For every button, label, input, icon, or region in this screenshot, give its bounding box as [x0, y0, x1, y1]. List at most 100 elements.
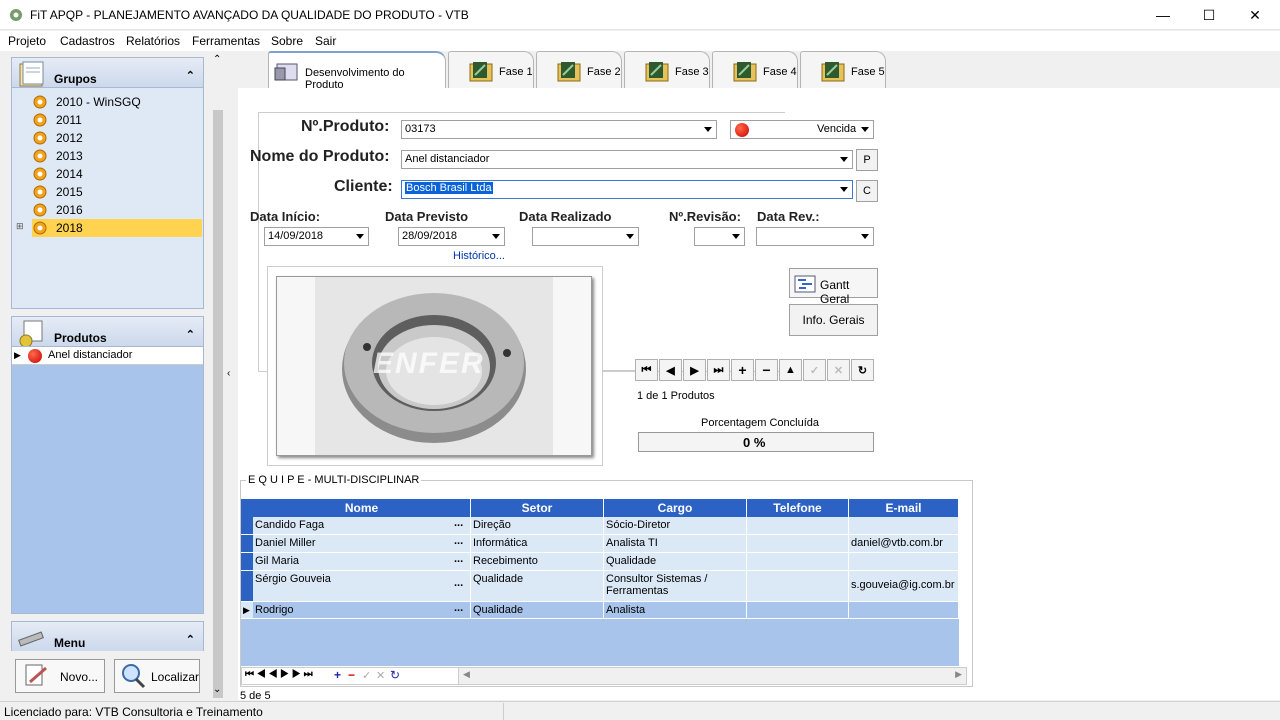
expand-icon[interactable]: ⊞ [16, 221, 24, 232]
tree-item-group[interactable]: 2016 [32, 201, 202, 219]
dropdown-arrow-icon[interactable] [356, 234, 364, 239]
grid-check-icon[interactable]: ✓ [362, 669, 371, 682]
next-record-button[interactable]: ▶ [683, 359, 706, 381]
scroll-thumb[interactable] [213, 110, 223, 698]
scroll-up-icon[interactable]: ⌃ [213, 54, 221, 65]
menu-relatorios[interactable]: Relatórios [126, 34, 180, 48]
cell-setor[interactable]: Direção [471, 517, 604, 535]
tab-fase-5[interactable]: Fase 5 [800, 51, 886, 88]
cell-telefone[interactable] [747, 517, 849, 535]
dropdown-arrow-icon[interactable] [732, 234, 740, 239]
historico-link[interactable]: Histórico... [453, 250, 505, 262]
groups-header[interactable]: Grupos ⌃ [11, 57, 204, 91]
menu-cadastros[interactable]: Cadastros [60, 34, 115, 48]
cell-telefone[interactable] [747, 535, 849, 553]
tree-item-group[interactable]: 2013 [32, 147, 202, 165]
cell-nome[interactable]: Candido Faga [253, 517, 471, 535]
maximize-button[interactable]: ☐ [1186, 0, 1232, 30]
collapse-icon[interactable]: ⌃ [186, 69, 195, 82]
tree-item-group[interactable]: 2018 [32, 219, 202, 237]
menu-sair[interactable]: Sair [315, 34, 336, 48]
data-previsto-combo[interactable]: 28/09/2018 [398, 227, 505, 246]
products-header[interactable]: Produtos ⌃ [11, 316, 204, 350]
grid-refresh-icon[interactable]: ↻ [390, 668, 400, 682]
nome-combo[interactable]: Anel distanciador [401, 150, 853, 169]
cell-cargo[interactable]: Sócio-Diretor [604, 517, 747, 535]
splitter-arrow-icon[interactable]: ‹ [227, 368, 230, 379]
cell-email[interactable]: s.gouveia@ig.com.br [849, 571, 959, 602]
data-inicio-combo[interactable]: 14/09/2018 [264, 227, 369, 246]
column-header-cargo[interactable]: Cargo [604, 499, 747, 517]
refresh-button[interactable]: ↻ [851, 359, 874, 381]
grid-hscrollbar[interactable]: ◀ ▶ [458, 668, 966, 684]
collapse-icon[interactable]: ⌃ [186, 633, 195, 646]
tab-desenvolvimento[interactable]: Desenvolvimento do Produto [268, 51, 446, 91]
cell-email[interactable] [849, 517, 959, 535]
list-item[interactable]: ▶ Anel distanciador [12, 347, 203, 365]
scroll-left-icon[interactable]: ◀ [463, 669, 470, 680]
cell-nome[interactable]: Rodrigo [253, 602, 471, 619]
cell-telefone[interactable] [747, 553, 849, 571]
dropdown-arrow-icon[interactable] [492, 234, 500, 239]
delete-record-button[interactable]: − [755, 359, 778, 381]
c-button[interactable]: C [856, 180, 878, 202]
cancel-record-button[interactable]: ✕ [827, 359, 850, 381]
post-record-button[interactable]: ✓ [803, 359, 826, 381]
grid-add-icon[interactable]: + [334, 668, 341, 682]
ellipsis-button[interactable]: ... [454, 517, 463, 529]
row-indicator[interactable]: ▶ [241, 602, 253, 619]
edit-record-button[interactable]: ▲ [779, 359, 802, 381]
tree-item-group[interactable]: 2014 [32, 165, 202, 183]
produto-combo[interactable]: 03173 [401, 120, 717, 139]
novo-button[interactable]: Novo... [15, 659, 105, 693]
left-scrollbar[interactable]: ⌃ ⌄ [210, 52, 226, 700]
ellipsis-button[interactable]: ... [454, 602, 463, 614]
row-indicator[interactable] [241, 535, 253, 553]
status-combo[interactable]: Vencida [730, 120, 874, 139]
cell-setor[interactable]: Qualidade [471, 571, 604, 602]
prev-record-button[interactable]: ◀ [659, 359, 682, 381]
dropdown-arrow-icon[interactable] [840, 187, 848, 192]
tree-item-group[interactable]: 2012 [32, 129, 202, 147]
cell-nome[interactable]: Gil Maria [253, 553, 471, 571]
dropdown-arrow-icon[interactable] [626, 234, 634, 239]
dropdown-arrow-icon[interactable] [861, 234, 869, 239]
cell-nome[interactable]: Daniel Miller [253, 535, 471, 553]
minimize-button[interactable]: — [1140, 0, 1186, 30]
menu-panel-header[interactable]: Menu ⌃ [11, 621, 204, 655]
cell-telefone[interactable] [747, 602, 849, 619]
cell-nome[interactable]: Sérgio Gouveia [253, 571, 471, 602]
cell-setor[interactable]: Recebimento [471, 553, 604, 571]
tab-fase-3[interactable]: Fase 3 [624, 51, 710, 88]
tab-fase-4[interactable]: Fase 4 [712, 51, 798, 88]
splitter[interactable]: ‹ [226, 60, 236, 700]
grid-delete-icon[interactable]: − [348, 668, 355, 682]
ellipsis-button[interactable]: ... [454, 577, 463, 589]
add-record-button[interactable]: + [731, 359, 754, 381]
p-button[interactable]: P [856, 149, 878, 171]
menu-projeto[interactable]: Projeto [8, 34, 46, 48]
cliente-combo[interactable]: Bosch Brasil Ltda [401, 180, 853, 199]
revisao-combo[interactable] [694, 227, 745, 246]
cell-email[interactable] [849, 602, 959, 619]
data-realizado-combo[interactable] [532, 227, 639, 246]
dropdown-arrow-icon[interactable] [704, 127, 712, 132]
tab-fase-1[interactable]: Fase 1 [448, 51, 534, 88]
gantt-button[interactable]: Gantt Geral [789, 268, 878, 306]
grid-cancel-icon[interactable]: ✕ [376, 669, 385, 682]
tree-item-group[interactable]: 2010 - WinSGQ [32, 93, 202, 111]
ellipsis-button[interactable]: ... [454, 535, 463, 547]
first-record-button[interactable]: ⏮ [635, 359, 658, 381]
cell-setor[interactable]: Qualidade [471, 602, 604, 619]
menu-ferramentas[interactable]: Ferramentas [192, 34, 260, 48]
cell-email[interactable] [849, 553, 959, 571]
row-indicator[interactable] [241, 517, 253, 535]
dropdown-arrow-icon[interactable] [840, 157, 848, 162]
localizar-button[interactable]: Localizar... [114, 659, 200, 693]
grid-nav-icons[interactable]: ⏮ ◀ ◀ ▶ ▶ ⏭ [245, 669, 313, 680]
data-rev-combo[interactable] [756, 227, 874, 246]
column-header-nome[interactable]: Nome [253, 499, 471, 517]
collapse-icon[interactable]: ⌃ [186, 328, 195, 341]
last-record-button[interactable]: ⏭ [707, 359, 730, 381]
column-header-email[interactable]: E-mail [849, 499, 959, 517]
